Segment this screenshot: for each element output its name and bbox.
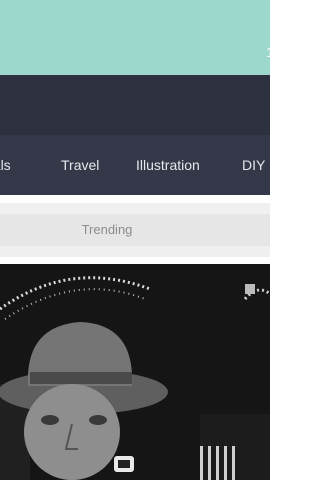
tab-travel[interactable]: Travel [61, 157, 99, 173]
feed-photo[interactable] [0, 264, 270, 480]
category-tabs: nals Travel Illustration DIY [0, 135, 270, 195]
tab-illustration[interactable]: Illustration [136, 157, 200, 173]
status-clock: 1 [266, 44, 274, 60]
tab-diy[interactable]: DIY [242, 157, 265, 173]
tab-animals[interactable]: nals [0, 157, 11, 173]
status-bar: 1 [0, 0, 274, 75]
divider [0, 195, 270, 203]
section-header: Trending [0, 203, 270, 257]
section-title: Trending [81, 222, 133, 237]
section-header-bar[interactable]: Trending [0, 214, 270, 246]
divider [0, 257, 270, 264]
app-header [0, 75, 270, 135]
photo-image [0, 264, 270, 480]
